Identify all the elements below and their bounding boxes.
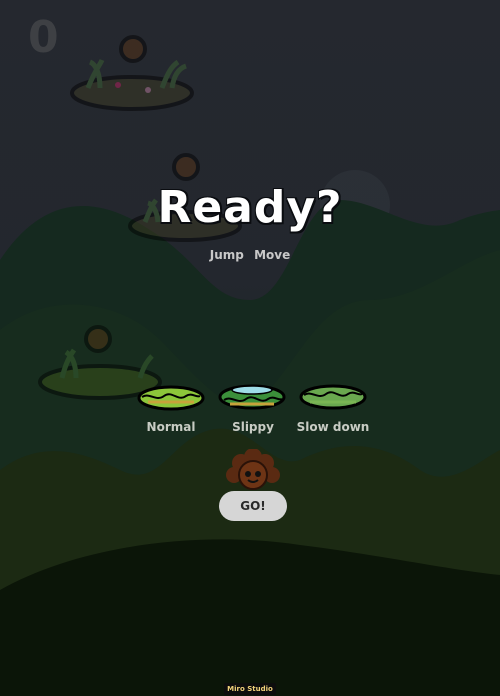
controls-hint: Jump Move — [0, 248, 500, 262]
score-counter: 0 — [28, 12, 59, 63]
studio-credit: Miro Studio — [224, 683, 276, 695]
ready-title: Ready? — [157, 182, 343, 233]
slowdown-platform-icon — [299, 384, 367, 410]
platform-top — [70, 58, 194, 111]
coin-icon-2 — [172, 153, 200, 181]
jump-control-label: Jump — [209, 248, 244, 262]
platform-label-slippy: Slippy — [232, 420, 274, 434]
normal-platform-icon — [137, 385, 205, 411]
platform-label-normal: Normal — [146, 420, 196, 434]
slippy-platform-icon — [218, 384, 286, 410]
flower-character-icon — [226, 449, 280, 490]
platform-label-slowdown: Slow down — [296, 420, 370, 434]
go-button[interactable]: GO! — [219, 491, 287, 521]
game-scene — [38, 35, 242, 400]
game-stage: 0 Ready? Jump Move Normal Slippy Slow do… — [0, 0, 500, 696]
move-control-label: Move — [254, 248, 291, 262]
coin-icon — [119, 35, 147, 63]
platform-legend — [137, 384, 367, 411]
coin-icon-3 — [84, 325, 112, 353]
